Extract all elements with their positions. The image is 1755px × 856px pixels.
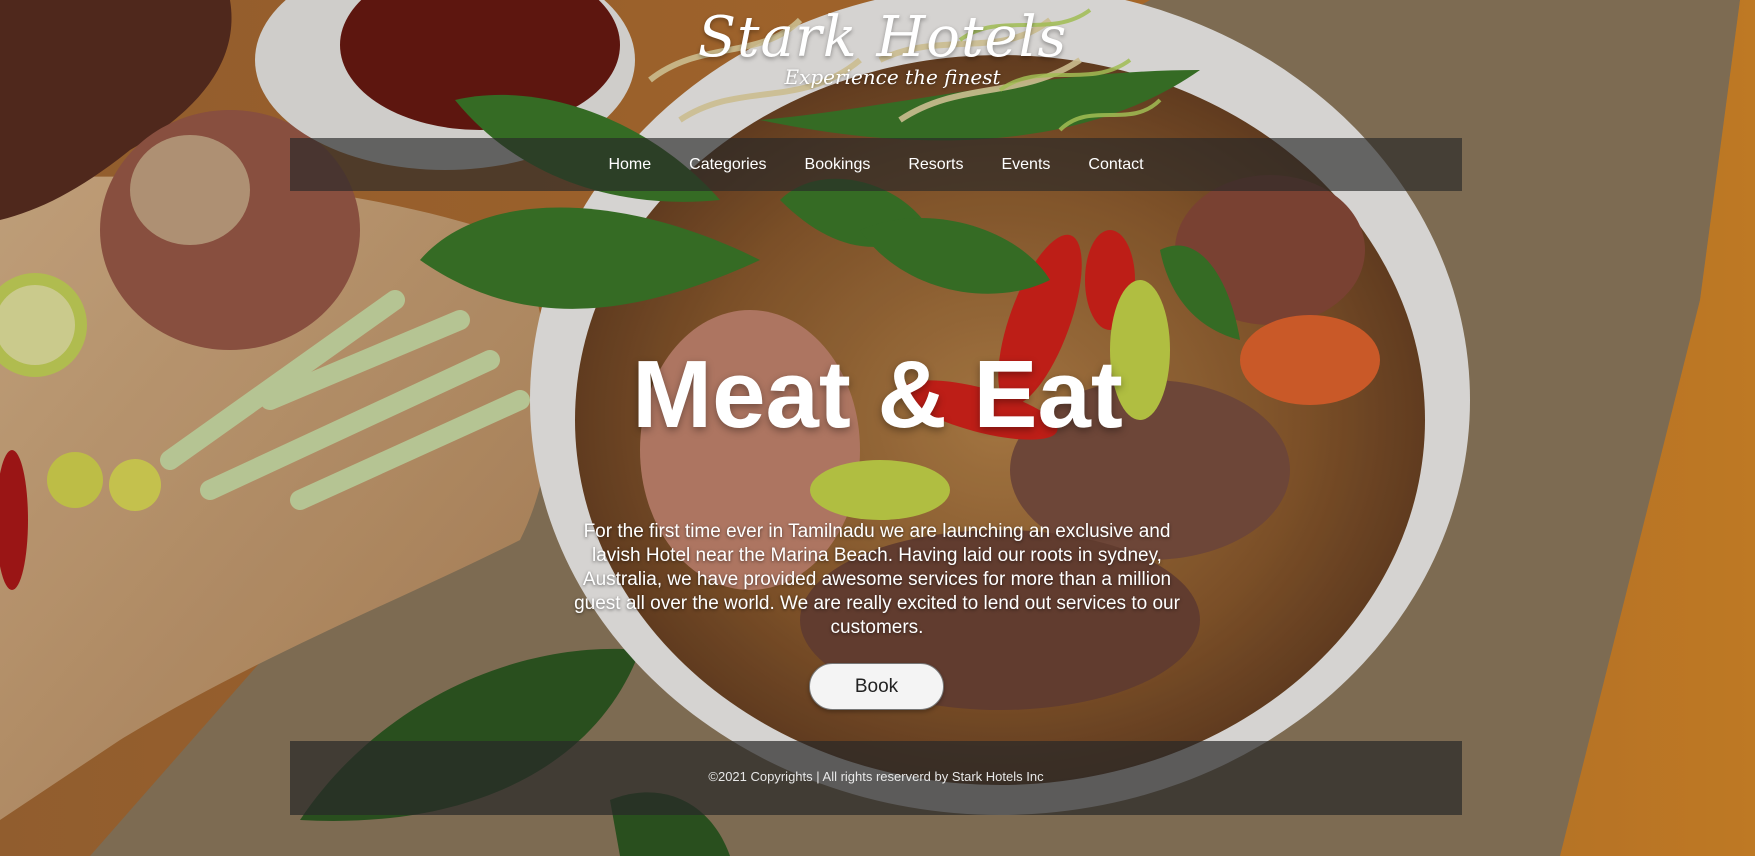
nav-link-resorts[interactable]: Resorts (908, 156, 963, 173)
hero-title: Meat & Eat (632, 341, 1123, 448)
book-button[interactable]: Book (809, 663, 944, 710)
footer-copyright: ©2021 Copyrights | All rights reserverd … (708, 769, 1044, 784)
hero-description: For the first time ever in Tamilnadu we … (574, 521, 1180, 638)
nav-link-categories[interactable]: Categories (689, 156, 766, 173)
brand-title: Stark Hotels (697, 5, 1068, 70)
brand-logo[interactable]: Stark Hotels Experience the finest (0, 5, 1755, 89)
nav-link-home[interactable]: Home (608, 156, 651, 173)
nav-link-contact[interactable]: Contact (1088, 156, 1143, 173)
brand-tagline: Experience the finest (784, 65, 1001, 89)
nav-list: Home Categories Bookings Resorts Events … (290, 138, 1462, 191)
nav-link-bookings[interactable]: Bookings (805, 156, 871, 173)
main-navbar: Home Categories Bookings Resorts Events … (290, 138, 1462, 191)
nav-link-events[interactable]: Events (1001, 156, 1050, 173)
footer: ©2021 Copyrights | All rights reserverd … (290, 741, 1462, 815)
page: Stark Hotels Experience the finest Home … (0, 0, 1755, 856)
